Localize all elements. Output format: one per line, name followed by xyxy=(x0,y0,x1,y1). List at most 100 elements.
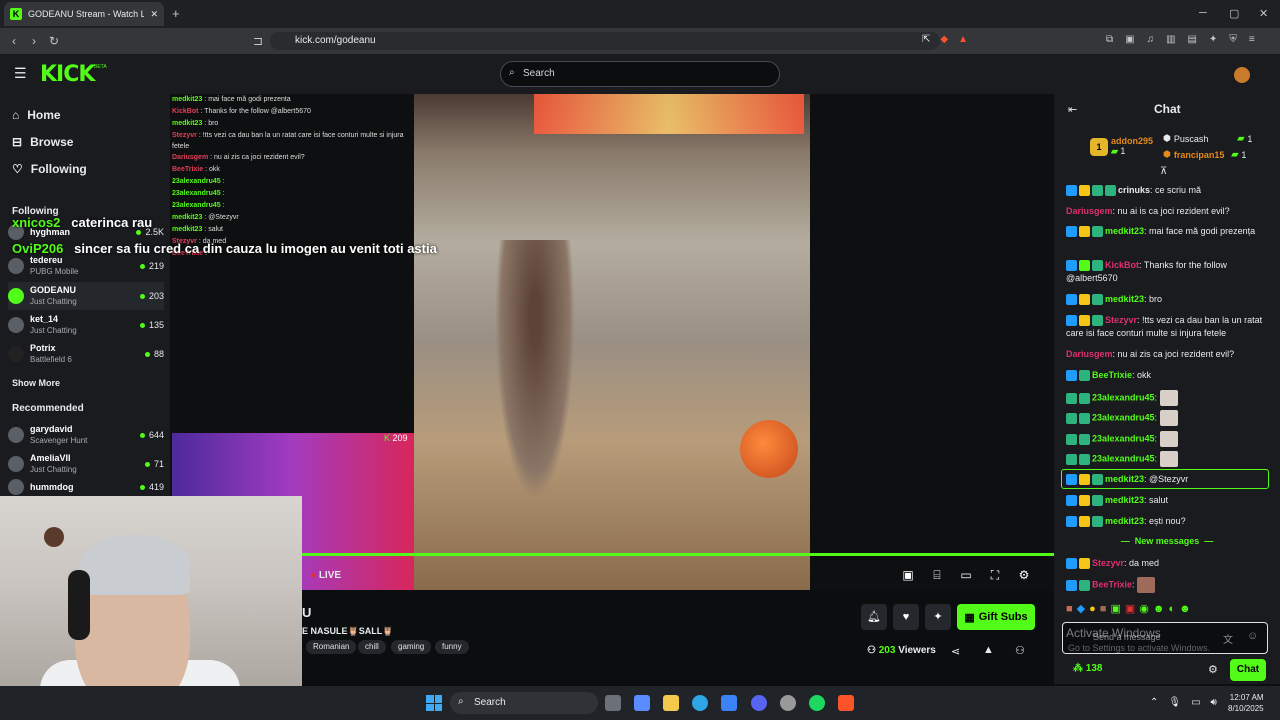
file-explorer-icon[interactable] xyxy=(663,695,679,711)
leo-ai-icon[interactable]: ✦ xyxy=(1209,34,1217,45)
channel-item[interactable]: AmeliaVII Just Chatting 71 xyxy=(8,450,164,478)
browser-tab[interactable]: K GODEANU Stream - Watch Li ✕ xyxy=(4,2,164,26)
avatar xyxy=(8,427,24,443)
bookmark-icon[interactable]: ⊐ xyxy=(248,34,268,48)
sparkle-button[interactable]: ✦ xyxy=(925,604,951,630)
new-tab-button[interactable]: + xyxy=(172,6,180,21)
close-tab-icon[interactable]: ✕ xyxy=(150,9,158,20)
windows-start-icon[interactable] xyxy=(426,695,442,711)
forward-icon[interactable]: › xyxy=(24,34,44,48)
spotify-icon[interactable] xyxy=(809,695,825,711)
brave-rewards-icon[interactable]: ▲ xyxy=(958,34,968,45)
cat-emote-icon xyxy=(1159,390,1178,406)
sidebar-item-home[interactable]: ⌂ Home xyxy=(12,108,61,122)
show-more-link[interactable]: Show More xyxy=(12,378,60,388)
theater-mode-icon[interactable]: ▭ xyxy=(958,568,974,584)
chat-title: Chat xyxy=(1154,102,1181,116)
leaderboard-second: ⬢ Puscash ▰ 1 xyxy=(1163,133,1253,144)
pin-icon[interactable]: ⊼ xyxy=(1160,166,1167,177)
more-icon[interactable]: ⚇ xyxy=(1015,644,1025,657)
translate-icon[interactable]: 文 xyxy=(1223,631,1233,646)
collapse-chat-icon[interactable]: ⇤ xyxy=(1068,103,1077,116)
back-icon[interactable]: ‹ xyxy=(4,34,24,48)
gift-icon: ▦ xyxy=(964,611,975,624)
user-avatar[interactable] xyxy=(1234,67,1250,83)
live-indicator: ● LIVE xyxy=(310,570,342,581)
emote-bar[interactable]: ■◆●■▣▣◉☻◐☻ xyxy=(1066,602,1268,618)
send-chat-button[interactable]: Chat xyxy=(1230,659,1266,681)
settings-gear-icon[interactable]: ⚙ xyxy=(1016,568,1032,584)
kick-logo[interactable]: KICK xyxy=(40,62,95,87)
channel-item[interactable]: ket_14 Just Chatting 135 xyxy=(8,311,164,339)
windows-activation-subtext: Go to Settings to activate Windows. xyxy=(1068,643,1211,653)
clip-icon[interactable]: ⌸ xyxy=(929,568,945,584)
discord-icon[interactable] xyxy=(751,695,767,711)
share-icon[interactable]: ⇱ xyxy=(922,34,930,45)
channel-item[interactable]: hummdog 419 xyxy=(8,479,164,495)
reload-icon[interactable]: ↻ xyxy=(44,34,64,48)
system-clock[interactable]: 12:07 AM 8/10/2025 xyxy=(1228,692,1264,714)
chat-message: Stezyvr: !tts vezi ca dau ban la un rata… xyxy=(1066,315,1263,338)
emoji-icon[interactable]: ☺ xyxy=(1247,630,1258,642)
new-messages-divider[interactable]: — New messages — xyxy=(1066,536,1268,546)
report-icon[interactable]: ▲ xyxy=(983,644,994,656)
url-field[interactable]: kick.com/godeanu xyxy=(270,32,940,50)
neon-sign-image xyxy=(534,94,804,134)
chat-message: Dariusgem: nu ai zis ca joci rezident ev… xyxy=(1066,349,1235,359)
extensions-icon[interactable]: ⧉ xyxy=(1106,34,1113,45)
avatar xyxy=(8,346,24,362)
minimize-button[interactable]: ─ xyxy=(1199,7,1207,19)
network-icon[interactable]: ▭ xyxy=(1191,697,1200,708)
channel-item[interactable]: garydavid Scavenger Hunt 644 xyxy=(8,421,164,449)
chat-message: crinuks: ce scriu mă xyxy=(1066,184,1268,197)
tag-chip[interactable]: Romanian xyxy=(306,640,357,654)
channel-item-active[interactable]: GODEANU Just Chatting 203 xyxy=(8,282,164,310)
sidebar-item-browse[interactable]: ⊟ Browse xyxy=(12,135,73,149)
menu-icon[interactable]: ≡ xyxy=(1249,34,1255,45)
tag-chip[interactable]: funny xyxy=(435,640,469,654)
search-placeholder: Search xyxy=(523,68,555,79)
sidebar-item-following[interactable]: ♡ Following xyxy=(12,162,87,176)
store-icon[interactable] xyxy=(721,695,737,711)
taskbar-search[interactable]: ⌕ Search xyxy=(450,692,598,714)
fullscreen-icon[interactable]: ⛶ xyxy=(987,568,1003,584)
channel-item[interactable]: Potrix Battlefield 6 88 xyxy=(8,340,164,368)
notification-bell-button[interactable]: 🔔︎ xyxy=(861,604,887,630)
tag-chip[interactable]: chill xyxy=(358,640,386,654)
sidebar-icon[interactable]: ▥ xyxy=(1166,34,1175,45)
edge-icon[interactable] xyxy=(692,695,708,711)
video-progress-bar[interactable] xyxy=(302,553,1054,556)
wallet-icon[interactable]: ▤ xyxy=(1188,34,1197,45)
chat-message: BeeTrixie: okk xyxy=(1066,369,1268,382)
app-icon[interactable] xyxy=(780,695,796,711)
copilot-icon[interactable] xyxy=(634,695,650,711)
follow-button[interactable]: ♥ xyxy=(893,604,919,630)
share-icon[interactable]: ⋖ xyxy=(951,645,960,658)
chat-message: 23alexandru45: xyxy=(1066,390,1268,406)
hamburger-menu-icon[interactable]: ☰ xyxy=(14,65,27,82)
volume-icon[interactable]: 🔊︎ xyxy=(1211,697,1217,708)
close-window-button[interactable]: ✕ xyxy=(1259,7,1268,20)
maximize-button[interactable]: ▢ xyxy=(1229,7,1239,20)
music-icon[interactable]: ♫ xyxy=(1147,34,1155,45)
bell-icon: 🔔︎ xyxy=(867,611,881,623)
cat-emote-icon xyxy=(1159,431,1178,447)
miniplayer-icon[interactable]: ▣ xyxy=(900,568,916,584)
gift-subs-button[interactable]: ▦ Gift Subs xyxy=(957,604,1035,630)
chat-message: KickBot: Thanks for the follow @albert56… xyxy=(1066,260,1227,283)
chat-message: medkit23: bro xyxy=(1066,293,1268,306)
chat-message: medkit23: ești nou? xyxy=(1066,515,1268,528)
vpn-icon[interactable]: ⛨ xyxy=(1229,34,1237,45)
brave-icon[interactable] xyxy=(838,695,854,711)
chat-settings-icon[interactable]: ⚙ xyxy=(1208,663,1218,676)
tag-chip[interactable]: gaming xyxy=(391,640,432,654)
brave-shield-icon[interactable]: ◆ xyxy=(940,34,948,45)
screenshot-icon[interactable]: ▣ xyxy=(1125,34,1134,45)
search-input[interactable]: ⌕ Search xyxy=(500,61,780,87)
microphone-icon[interactable]: 🎙︎ xyxy=(1168,697,1181,708)
browser-toolbar-icons: ⧉ ▣ ♫ ▥ ▤ ✦ ⛨ ≡ xyxy=(1106,34,1255,45)
chevron-up-icon[interactable]: ⌃ xyxy=(1150,697,1158,708)
task-view-icon[interactable] xyxy=(605,695,621,711)
streamer-name: U xyxy=(302,605,312,620)
channel-points[interactable]: ⁂ 138 xyxy=(1073,663,1102,674)
